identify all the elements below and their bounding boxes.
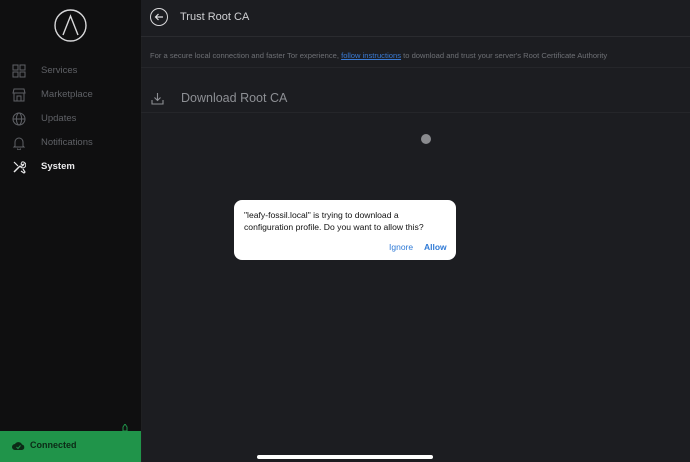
sidebar: Services Marketplace Updates Notificatio… bbox=[0, 0, 142, 462]
page-header: Trust Root CA bbox=[141, 0, 690, 37]
back-button[interactable] bbox=[150, 8, 168, 26]
follow-instructions-link[interactable]: follow instructions bbox=[341, 51, 401, 60]
info-suffix: to download and trust your server's Root… bbox=[401, 51, 608, 60]
page-title: Trust Root CA bbox=[180, 11, 250, 23]
loading-spinner bbox=[421, 134, 431, 144]
store-icon bbox=[12, 88, 26, 102]
ignore-button[interactable]: Ignore bbox=[389, 242, 413, 252]
info-prefix: For a secure local connection and faster… bbox=[150, 51, 342, 60]
download-permission-dialog: "leafy-fossil.local" is trying to downlo… bbox=[234, 200, 456, 260]
sidebar-item-updates[interactable]: Updates bbox=[0, 110, 141, 130]
sidebar-item-marketplace[interactable]: Marketplace bbox=[0, 86, 141, 106]
app-logo-icon[interactable] bbox=[54, 9, 87, 42]
dialog-message: "leafy-fossil.local" is trying to downlo… bbox=[244, 210, 424, 232]
home-indicator[interactable] bbox=[257, 455, 433, 459]
allow-button[interactable]: Allow bbox=[424, 242, 447, 252]
grid-icon bbox=[12, 64, 26, 78]
download-icon bbox=[151, 93, 164, 105]
sidebar-item-label: Updates bbox=[41, 113, 77, 124]
rocket-icon bbox=[122, 424, 128, 432]
sidebar-item-services[interactable]: Services bbox=[0, 62, 141, 82]
connection-status-label: Connected bbox=[30, 440, 77, 450]
download-root-ca-label: Download Root CA bbox=[181, 91, 288, 105]
sidebar-item-label: Services bbox=[41, 65, 78, 76]
arrow-left-icon bbox=[154, 13, 163, 21]
sidebar-item-label: Notifications bbox=[41, 137, 93, 148]
globe-icon bbox=[12, 112, 26, 126]
download-root-ca-item[interactable]: Download Root CA bbox=[141, 84, 690, 113]
connection-status-bar: Connected bbox=[0, 431, 141, 462]
sidebar-item-label: Marketplace bbox=[41, 89, 93, 100]
info-text: For a secure local connection and faster… bbox=[150, 51, 607, 60]
sidebar-item-system[interactable]: System bbox=[0, 158, 141, 178]
tools-icon bbox=[13, 161, 26, 174]
sidebar-item-label: System bbox=[41, 161, 75, 172]
cloud-check-icon bbox=[12, 442, 25, 450]
divider bbox=[141, 67, 690, 68]
sidebar-item-notifications[interactable]: Notifications bbox=[0, 134, 141, 154]
bell-icon bbox=[12, 137, 26, 150]
